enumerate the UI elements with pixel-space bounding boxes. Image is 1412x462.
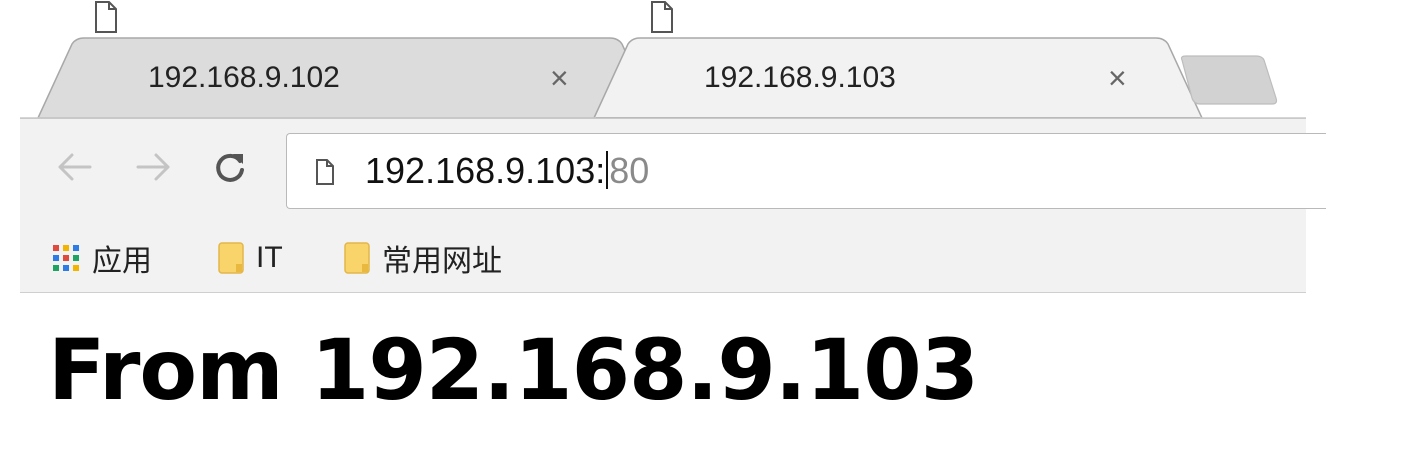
bookmark-folder-it[interactable]: IT <box>218 238 283 278</box>
close-icon[interactable]: × <box>1108 58 1127 98</box>
bookmarks-bar: 应用 IT 常用网址 <box>20 226 1306 293</box>
reload-icon <box>216 153 244 182</box>
page-icon <box>651 1 673 33</box>
bookmark-apps[interactable]: 应用 <box>52 238 152 278</box>
text-cursor <box>606 151 609 189</box>
folder-icon <box>218 242 244 274</box>
address-port: 80 <box>609 150 650 191</box>
reload-button[interactable] <box>208 145 252 189</box>
tab-strip: 192.168.9.102 × 192.168.9.103 × <box>20 0 1306 120</box>
new-tab-button[interactable] <box>1180 56 1276 104</box>
forward-arrow-icon <box>136 153 170 181</box>
browser-window: 192.168.9.102 × 192.168.9.103 × 192.168.… <box>20 0 1326 462</box>
bookmark-label: IT <box>256 241 283 274</box>
back-button[interactable] <box>52 145 96 189</box>
address-text[interactable]: 192.168.9.103: 80 <box>365 150 649 192</box>
toolbar: 192.168.9.103: 80 <box>20 118 1326 227</box>
address-bar[interactable]: 192.168.9.103: 80 <box>286 133 1326 209</box>
forward-button[interactable] <box>132 145 176 189</box>
tab-title: 192.168.9.102 <box>148 61 340 94</box>
back-arrow-icon <box>58 153 92 181</box>
tab-title: 192.168.9.103 <box>704 61 896 94</box>
apps-grid-icon <box>53 245 79 271</box>
bookmark-folder-common[interactable]: 常用网址 <box>344 238 502 278</box>
bookmark-label: 应用 <box>92 245 152 278</box>
bookmark-label: 常用网址 <box>382 245 502 278</box>
folder-icon <box>344 242 370 274</box>
page-icon <box>316 159 334 185</box>
page-heading: From 192.168.9.103 <box>48 321 979 419</box>
close-icon[interactable]: × <box>550 58 569 98</box>
page-icon <box>95 1 117 33</box>
address-host: 192.168.9.103: <box>365 150 606 191</box>
